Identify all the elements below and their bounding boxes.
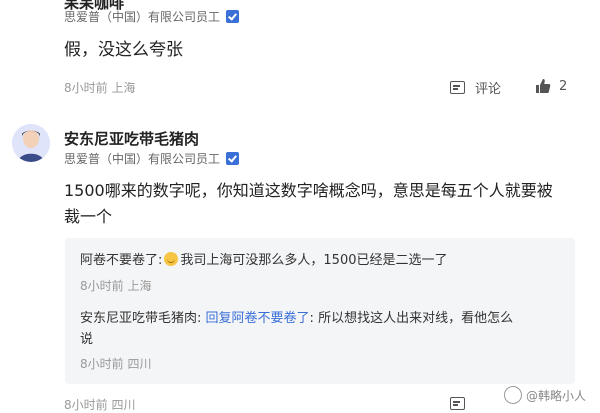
avatar-image [12, 124, 50, 162]
reply-2-time-location: 8小时前 四川 [80, 357, 152, 371]
comment2-text-line2: 裁一个 [64, 207, 113, 226]
reply-1: 阿卷不要卷了: 我司上海可没那么多人，1500已经是二选一了 [80, 249, 448, 268]
comment1-like-count: 2 [559, 78, 568, 94]
reply-2-text-line2: 说 [80, 332, 94, 347]
comment1-text: 假，没这么夸张 [64, 40, 183, 60]
comment1-comment-label: 评论 [475, 82, 502, 97]
reply-2-separator-2: : [309, 311, 319, 326]
comment2-time-location: 8小时前 四川 [64, 398, 136, 412]
reply-1-author[interactable]: 阿卷不要卷了 [80, 253, 158, 268]
comment2-company: 思爱普（中国）有限公司员工 [64, 152, 221, 166]
comment1-time-location: 8小时前 上海 [64, 81, 136, 95]
reply-2-author[interactable]: 安东尼亚吃带毛猪肉 [80, 311, 197, 326]
comment-icon [450, 81, 465, 94]
comment2-text-line1: 1500哪来的数字呢，你知道这数字啥概念吗，意思是每五个人就要被 [64, 181, 553, 200]
thumbs-up-icon [536, 79, 551, 93]
watermark: @韩略小人 [503, 386, 586, 404]
comment2-username[interactable]: 安东尼亚吃带毛猪肉 [64, 128, 199, 149]
watermark-text: @韩略小人 [525, 388, 586, 403]
comment2-comment-button[interactable] [450, 397, 475, 410]
comment1-company: 思爱普（中国）有限公司员工 [64, 10, 221, 24]
comment1-comment-button[interactable]: 评论 [450, 78, 501, 97]
reply-2-text-line1: 所以想找这人出来对线，看他怎么 [318, 311, 514, 326]
smile-emoji-icon [164, 252, 179, 266]
comment1-like-button[interactable]: 2 [535, 78, 567, 94]
verified-badge-icon [226, 10, 240, 23]
reply-1-separator: : [158, 253, 163, 268]
reply-2-reply-to-link[interactable]: 回复阿卷不要卷了 [206, 311, 310, 326]
avatar[interactable] [12, 124, 50, 162]
weibo-logo-icon [503, 386, 522, 404]
comment-icon [450, 397, 465, 410]
reply-2: 安东尼亚吃带毛猪肉: 回复阿卷不要卷了: 所以想找这人出来对线，看他怎么 [80, 307, 513, 326]
verified-badge-icon [226, 152, 240, 165]
reply-1-time-location: 8小时前 上海 [80, 279, 152, 293]
reply-2-separator: : [197, 311, 206, 326]
reply-1-text: 我司上海可没那么多人，1500已经是二选一了 [180, 253, 448, 268]
comment2-company-line: 思爱普（中国）有限公司员工 [64, 150, 240, 167]
comment1-company-line: 思爱普（中国）有限公司员工 [64, 8, 240, 25]
